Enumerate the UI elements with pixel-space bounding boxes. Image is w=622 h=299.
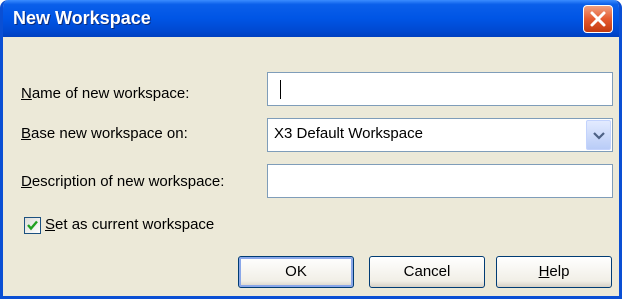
name-label: Name of new workspace:: [21, 85, 190, 102]
workspace-name-field[interactable]: [267, 72, 613, 106]
help-button[interactable]: Help: [496, 256, 612, 288]
dialog-title: New Workspace: [13, 8, 151, 28]
text-caret: [280, 80, 281, 99]
base-workspace-select[interactable]: X3 Default Workspace: [267, 118, 613, 152]
set-current-checkbox[interactable]: [24, 217, 41, 234]
checkmark-icon: [27, 220, 38, 231]
ok-button[interactable]: OK: [238, 256, 354, 288]
close-icon: [590, 11, 606, 27]
chevron-down-icon: [593, 132, 605, 140]
close-button[interactable]: [583, 5, 613, 33]
dropdown-button[interactable]: [586, 120, 611, 150]
cancel-button[interactable]: Cancel: [369, 256, 485, 288]
selected-workspace: X3 Default Workspace: [274, 125, 423, 142]
new-workspace-dialog: New Workspace Name of new workspace: Bas…: [0, 0, 622, 299]
set-current-label[interactable]: Set as current workspace: [45, 216, 214, 233]
title-bar[interactable]: New Workspace: [3, 0, 619, 37]
workspace-description-field[interactable]: [267, 164, 613, 198]
base-label: Base new workspace on:: [21, 125, 188, 142]
description-label: Description of new workspace:: [21, 173, 225, 190]
